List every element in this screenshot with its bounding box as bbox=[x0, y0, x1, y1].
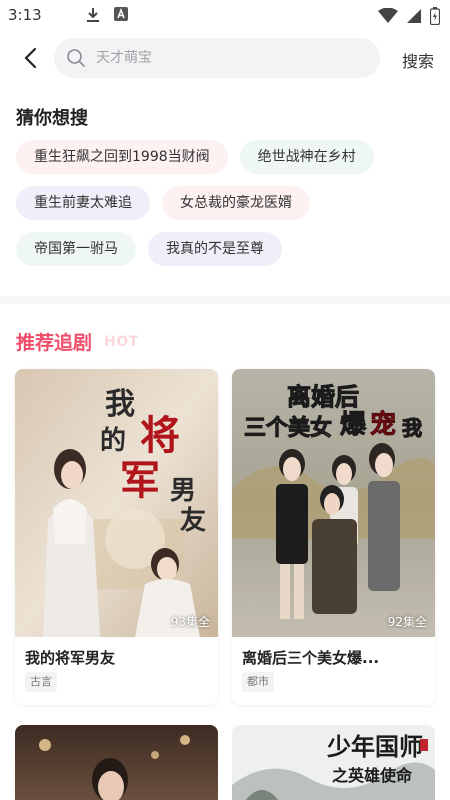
drama-poster: 我 的 将 军 男 友 bbox=[15, 369, 218, 637]
drama-card[interactable] bbox=[15, 725, 218, 800]
suggestion-chip[interactable]: 女总裁的豪龙医婿 bbox=[162, 186, 310, 220]
suggestion-chips: 重生狂飙之回到1998当财阀 绝世战神在乡村 重生前妻太难追 女总裁的豪龙医婿 … bbox=[16, 140, 436, 278]
chip-row: 重生前妻太难追 女总裁的豪龙医婿 bbox=[16, 186, 436, 220]
svg-text:之英雄使命: 之英雄使命 bbox=[332, 766, 413, 785]
drama-poster: 离婚后 三个美女 爆 宠 我 bbox=[232, 369, 435, 637]
svg-text:三个美女: 三个美女 bbox=[244, 415, 332, 441]
drama-card[interactable]: 离婚后 三个美女 爆 宠 我 92集全 离婚后三个美女爆... 都市 bbox=[232, 369, 435, 705]
chevron-left-icon bbox=[24, 47, 37, 69]
download-icon bbox=[87, 8, 99, 22]
search-box[interactable] bbox=[54, 38, 380, 78]
svg-text:的: 的 bbox=[100, 425, 126, 456]
genre-tag: 都市 bbox=[242, 672, 274, 692]
svg-text:爆: 爆 bbox=[340, 410, 367, 440]
drama-title: 我的将军男友 bbox=[25, 649, 116, 667]
search-header: 搜索 bbox=[0, 36, 450, 80]
status-bar: 3:13 bbox=[0, 0, 450, 32]
svg-text:宠: 宠 bbox=[370, 409, 396, 440]
battery-icon bbox=[430, 7, 440, 25]
status-system-icons bbox=[378, 7, 440, 25]
episode-count: 92集全 bbox=[387, 615, 427, 629]
svg-text:男: 男 bbox=[170, 476, 196, 506]
wifi-icon bbox=[378, 8, 398, 23]
signal-icon bbox=[407, 9, 421, 23]
svg-text:我: 我 bbox=[105, 387, 135, 422]
search-input[interactable] bbox=[96, 50, 336, 66]
search-button[interactable]: 搜索 bbox=[402, 48, 434, 72]
drama-title: 离婚后三个美女爆... bbox=[242, 649, 380, 667]
episode-count: 93集全 bbox=[170, 615, 210, 629]
genre-tag: 古言 bbox=[25, 672, 57, 692]
hot-badge: HOT bbox=[104, 334, 139, 350]
status-time: 3:13 bbox=[8, 6, 42, 24]
svg-text:将: 将 bbox=[140, 412, 180, 459]
app-a-icon bbox=[114, 7, 128, 21]
recommend-section-title: 推荐追剧 bbox=[16, 332, 93, 354]
suggestion-chip[interactable]: 我真的不是至尊 bbox=[148, 232, 282, 266]
status-notifications bbox=[86, 7, 128, 23]
svg-text:友: 友 bbox=[180, 506, 206, 536]
back-button[interactable] bbox=[16, 42, 44, 74]
section-divider bbox=[0, 296, 450, 304]
suggestion-chip[interactable]: 重生前妻太难追 bbox=[16, 186, 150, 220]
guess-section-title: 猜你想搜 bbox=[16, 108, 88, 129]
svg-text:军: 军 bbox=[120, 457, 160, 504]
chip-row: 帝国第一驸马 我真的不是至尊 bbox=[16, 232, 436, 266]
chip-row: 重生狂飙之回到1998当财阀 绝世战神在乡村 bbox=[16, 140, 436, 174]
svg-text:少年国师: 少年国师 bbox=[326, 732, 423, 761]
drama-card[interactable]: 我 的 将 军 男 友 93集全 我的将军男友 古言 bbox=[15, 369, 218, 705]
drama-card[interactable]: 少年国师 之英雄使命 bbox=[232, 725, 435, 800]
suggestion-chip[interactable]: 帝国第一驸马 bbox=[16, 232, 136, 266]
suggestion-chip[interactable]: 重生狂飙之回到1998当财阀 bbox=[16, 140, 228, 174]
drama-poster: 少年国师 之英雄使命 bbox=[232, 725, 435, 800]
search-icon bbox=[67, 49, 85, 67]
svg-text:离婚后: 离婚后 bbox=[287, 382, 359, 411]
suggestion-chip[interactable]: 绝世战神在乡村 bbox=[239, 140, 374, 174]
drama-poster bbox=[15, 725, 218, 800]
svg-text:我: 我 bbox=[402, 416, 422, 440]
